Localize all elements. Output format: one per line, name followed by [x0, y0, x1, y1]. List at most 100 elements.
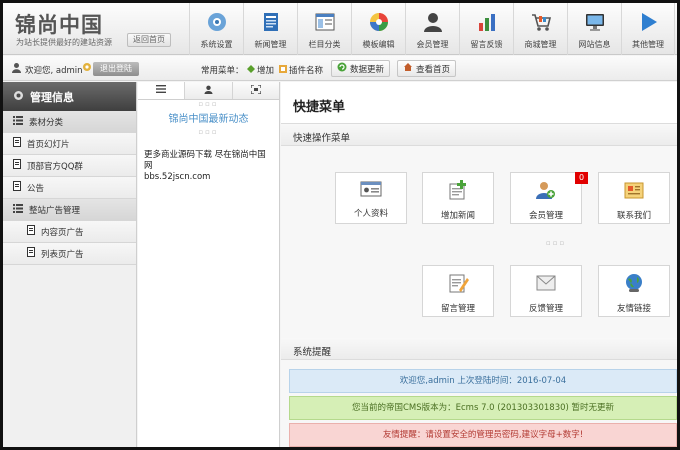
- dots-divider: ▫▫▫: [198, 128, 219, 136]
- sidebar-item-content-ads[interactable]: 内容页广告: [3, 221, 136, 243]
- nav-message-feedback[interactable]: 留言反馈: [459, 3, 513, 55]
- document-icon: [13, 137, 21, 150]
- tile-message-management[interactable]: 留言管理: [422, 265, 494, 317]
- palette-icon: [368, 11, 390, 33]
- tab-fullscreen[interactable]: [233, 82, 279, 99]
- message-edit-icon: [447, 273, 469, 296]
- chart-icon: [476, 11, 498, 33]
- alert-password-warning: 友情提醒：请设置安全的管理员密码,建议字母+数字!: [289, 423, 677, 447]
- sidebar-item-qq-group[interactable]: 顶部官方QQ群: [3, 155, 136, 177]
- news-line: 更多商业源码下载 尽在锦尚中国网: [144, 150, 266, 171]
- nav-label: 新闻管理: [254, 40, 287, 49]
- document-icon: [27, 247, 35, 260]
- view-home-button[interactable]: 查看首页: [397, 60, 457, 77]
- logo: 锦尚中国: [15, 12, 103, 37]
- nav-site-info[interactable]: 网站信息: [567, 3, 621, 55]
- dots-divider: ▫▫▫: [198, 100, 219, 108]
- sidebar-item-material-category[interactable]: 素材分类: [3, 111, 136, 133]
- page-title: 快捷菜单: [281, 82, 677, 124]
- sidebar: 管理信息 素材分类 首页幻灯片 顶部官方QQ群 公告 整站广告管理 内容页广告: [3, 82, 137, 447]
- home-icon: [403, 62, 413, 75]
- nav-template-edit[interactable]: 模板编辑: [351, 3, 405, 55]
- columns-icon: [314, 11, 336, 33]
- members-icon: [535, 180, 557, 203]
- member-icon: [422, 11, 444, 33]
- system-notice-title: 系统提醒: [281, 338, 677, 360]
- nav-label: 其他管理: [632, 40, 664, 49]
- news-link[interactable]: bbs.52jscn.com: [144, 172, 273, 183]
- document-icon: [27, 225, 35, 238]
- alert-last-login: 欢迎您,admin 上次登陆时间：2016-07-04: [289, 369, 677, 393]
- nav-label: 栏目分类: [308, 40, 341, 49]
- alert-version: 您当前的帝国CMS版本为：Ecms 7.0 (201303301830) 暂时无…: [289, 396, 677, 420]
- quick-menu-label: 常用菜单：: [201, 66, 244, 76]
- nav-column-category[interactable]: 栏目分类: [297, 3, 351, 55]
- nav-label: 留言反馈: [470, 40, 503, 49]
- tile-member-management[interactable]: 会员管理 0: [510, 172, 588, 224]
- tile-feedback-management[interactable]: 反馈管理: [510, 265, 582, 317]
- user-icon: [11, 62, 22, 76]
- sidebar-item-home-slideshow[interactable]: 首页幻灯片: [3, 133, 136, 155]
- return-home-button[interactable]: 返回首页: [127, 33, 171, 47]
- tab-user[interactable]: [185, 82, 233, 99]
- diamond-icon: [247, 64, 255, 76]
- news-text: 更多商业源码下载 尽在锦尚中国网 bbs.52jscn.com: [138, 136, 279, 183]
- nav-shop-management[interactable]: 商城管理: [513, 3, 567, 55]
- notification-badge: 0: [575, 172, 588, 184]
- app-window: 锦尚中国 为站长提供最好的建站资源 返回首页 系统设置 新闻管理 栏目分类 模板…: [3, 3, 677, 447]
- slogan: 为站长提供最好的建站资源: [16, 38, 112, 47]
- list-icon: [13, 203, 23, 216]
- nav-label: 商城管理: [524, 40, 557, 49]
- monitor-icon: [584, 11, 606, 33]
- nav-other-management[interactable]: 其他管理: [621, 3, 675, 55]
- sidebar-title: 管理信息: [3, 82, 136, 111]
- panel-tabs: [138, 82, 279, 100]
- nav-member-management[interactable]: 会员管理: [405, 3, 459, 55]
- news-icon: [260, 11, 282, 33]
- quick-menu-area: 个人资料 增加新闻 会员管理 0 联系我们 ▫▫▫ 留言管理 反馈管理 友情链接: [281, 147, 677, 337]
- nav-label: 网站信息: [578, 40, 611, 49]
- dots-divider: ▫▫▫: [546, 239, 567, 247]
- play-icon: [637, 11, 659, 33]
- profile-card-icon: [360, 180, 382, 201]
- top-nav: 系统设置 新闻管理 栏目分类 模板编辑 会员管理 留言反馈 商城管理 网站信息 …: [189, 3, 675, 55]
- plugin-link[interactable]: 插件名称: [279, 64, 323, 76]
- fullscreen-icon: [250, 83, 262, 97]
- nav-system-settings[interactable]: 系统设置: [189, 3, 243, 55]
- gear-icon: [13, 90, 24, 104]
- cart-icon: [530, 11, 552, 33]
- feedback-icon: [535, 273, 557, 296]
- refresh-icon: [337, 62, 347, 75]
- plugin-icon: [279, 64, 287, 76]
- refresh-data-button[interactable]: 数据更新: [331, 60, 391, 77]
- settings-small-icon[interactable]: [82, 62, 92, 75]
- logout-button[interactable]: 退出登陆: [93, 62, 139, 76]
- gear-icon: [206, 11, 228, 33]
- header: 锦尚中国 为站长提供最好的建站资源 返回首页 系统设置 新闻管理 栏目分类 模板…: [3, 3, 677, 55]
- tile-profile[interactable]: 个人资料: [335, 172, 407, 224]
- document-icon: [13, 181, 21, 194]
- contact-icon: [623, 180, 645, 203]
- document-icon: [13, 159, 21, 172]
- tab-list[interactable]: [138, 82, 186, 99]
- nav-label: 系统设置: [200, 40, 233, 49]
- quick-section-title: 快速操作菜单: [281, 124, 677, 146]
- nav-label: 会员管理: [416, 40, 449, 49]
- list-icon: [156, 85, 167, 96]
- welcome-text: 欢迎您, admin: [25, 66, 83, 76]
- news-panel: ▫▫▫ 锦尚中国最新动态 ▫▫▫ 更多商业源码下载 尽在锦尚中国网 bbs.52…: [138, 82, 280, 447]
- sidebar-item-site-ads[interactable]: 整站广告管理: [3, 199, 136, 221]
- list-icon: [13, 115, 23, 128]
- sidebar-item-list-ads[interactable]: 列表页广告: [3, 243, 136, 265]
- main-content: 快捷菜单 快速操作菜单 个人资料 增加新闻 会员管理 0 联系我们 ▫▫▫ 留言…: [281, 82, 677, 447]
- tile-add-news[interactable]: 增加新闻: [422, 172, 494, 224]
- globe-link-icon: [623, 273, 645, 296]
- news-heading[interactable]: 锦尚中国最新动态: [138, 110, 279, 125]
- tile-friend-links[interactable]: 友情链接: [598, 265, 670, 317]
- add-link[interactable]: 增加: [247, 64, 274, 76]
- sidebar-item-announcement[interactable]: 公告: [3, 177, 136, 199]
- user-icon: [204, 85, 213, 97]
- nav-news-management[interactable]: 新闻管理: [243, 3, 297, 55]
- tile-contact-us[interactable]: 联系我们: [598, 172, 670, 224]
- toolbar: 欢迎您, admin 退出登陆 常用菜单： 增加 插件名称 数据更新 查看首页: [3, 56, 677, 81]
